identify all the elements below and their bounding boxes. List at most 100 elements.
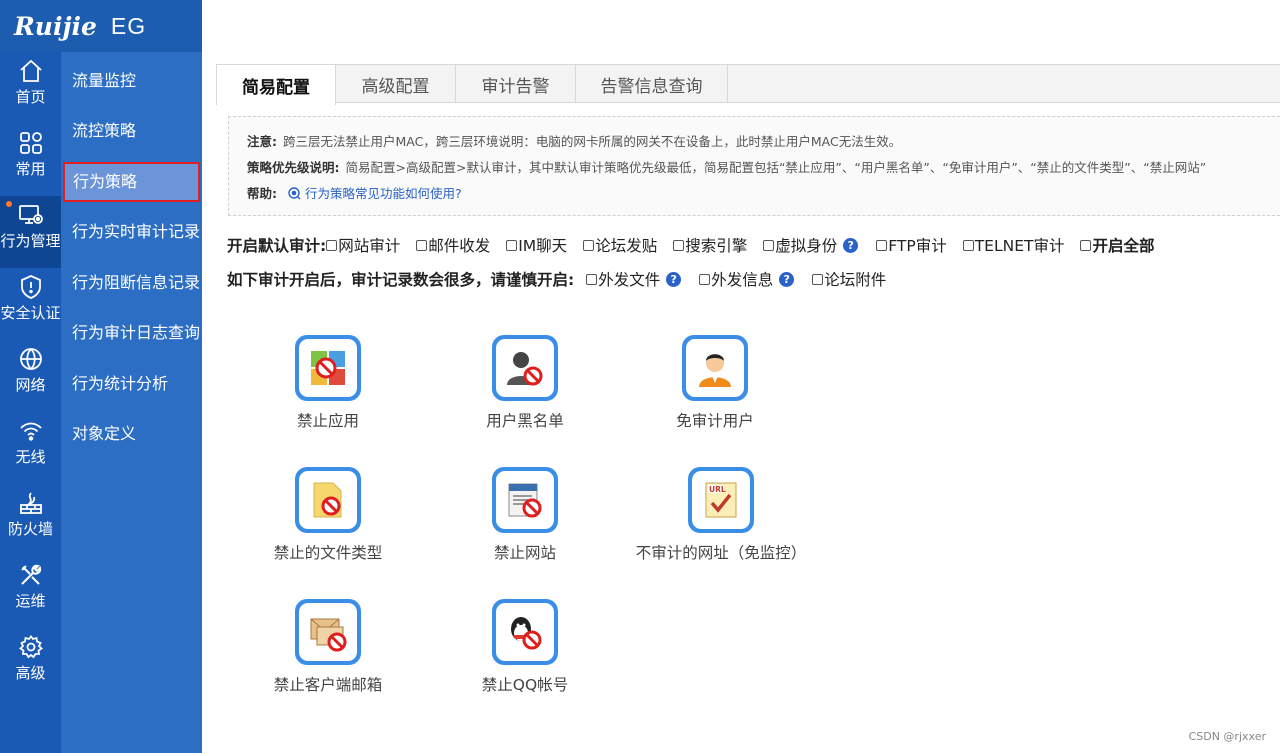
tile-user-blacklist[interactable]: 用户黑名单 <box>430 335 620 431</box>
brand-logo: Ruijie <box>14 11 97 41</box>
question-icon[interactable]: ? <box>843 237 859 253</box>
tile-block-qq[interactable]: 禁止QQ帐号 <box>430 599 620 695</box>
tab-bar: 简易配置 高级配置 审计告警 告警信息查询 <box>216 64 1280 105</box>
checkbox-box[interactable] <box>812 273 824 285</box>
tile-label: 用户黑名单 <box>486 412 564 430</box>
subnav-item-traffic-monitor[interactable]: 流量监控 <box>61 61 202 101</box>
url-exempt-icon: URL <box>705 482 737 518</box>
checkbox-forum-audit[interactable]: 论坛发贴 <box>583 234 657 256</box>
rail-item-network[interactable]: 网络 <box>0 340 61 412</box>
checkbox-box[interactable] <box>699 273 711 285</box>
rail-label: 高级 <box>15 664 46 682</box>
checkbox-label: 论坛附件 <box>824 271 887 289</box>
rail-item-home[interactable]: 首页 <box>0 52 61 124</box>
subnav-item-realtime-audit[interactable]: 行为实时审计记录 <box>61 212 202 252</box>
checkbox-search-audit[interactable]: 搜索引擎 <box>673 234 747 256</box>
tile-icon-frame <box>492 335 558 401</box>
checkbox-outgoing-message[interactable]: 外发信息 <box>699 268 773 290</box>
firewall-icon <box>19 492 42 514</box>
tile-url-exempt[interactable]: URL 不审计的网址（免监控） <box>626 467 816 563</box>
tile-label: 免审计用户 <box>676 412 754 430</box>
checkbox-label: 外发信息 <box>711 271 774 289</box>
checkbox-box[interactable] <box>962 239 974 251</box>
grid-icon <box>19 132 42 154</box>
checkbox-box[interactable] <box>326 239 338 251</box>
tile-icon-frame <box>682 335 748 401</box>
checkbox-box[interactable] <box>763 239 775 251</box>
checkbox-box[interactable] <box>1080 239 1092 251</box>
block-mail-client-icon <box>310 618 347 652</box>
default-audit-label: 开启默认审计: <box>227 237 327 255</box>
help-link[interactable]: 行为策略常见功能如何使用? <box>287 186 462 201</box>
subnav-item-statistics[interactable]: 行为统计分析 <box>61 364 202 404</box>
tile-label: 禁止应用 <box>296 412 359 430</box>
tools-icon <box>20 564 41 585</box>
rail-label: 行为管理 <box>0 232 61 250</box>
checkbox-ftp-audit[interactable]: FTP审计 <box>876 234 947 256</box>
checkbox-label: 邮件收发 <box>428 237 491 255</box>
top-header <box>202 0 1280 52</box>
tile-icon-frame <box>295 467 361 533</box>
tile-label: 禁止网站 <box>493 544 556 562</box>
rail-item-firewall[interactable]: 防火墙 <box>0 484 61 556</box>
tile-icon-frame <box>492 599 558 665</box>
tile-icon-frame <box>295 599 361 665</box>
rail-label: 防火墙 <box>7 520 53 538</box>
notice-key: 帮助: <box>247 186 277 201</box>
checkbox-label: 网站审计 <box>338 237 401 255</box>
tab-simple-config[interactable]: 简易配置 <box>216 65 336 105</box>
subnav-item-flow-policy[interactable]: 流控策略 <box>61 111 202 151</box>
sub-navigation: 流量监控 流控策略 行为策略 行为实时审计记录 行为阻断信息记录 行为审计日志查… <box>61 52 202 753</box>
tab-alert-query[interactable]: 告警信息查询 <box>576 65 728 103</box>
checkbox-enable-all[interactable]: 开启全部 <box>1080 234 1154 256</box>
tile-icon-frame <box>492 467 558 533</box>
subnav-item-block-records[interactable]: 行为阻断信息记录 <box>61 263 202 303</box>
checkbox-label: FTP审计 <box>888 237 947 255</box>
rail-item-behavior[interactable]: 行为管理 <box>0 196 61 268</box>
checkbox-outgoing-file[interactable]: 外发文件 <box>586 268 660 290</box>
rail-item-wireless[interactable]: 无线 <box>0 412 61 484</box>
checkbox-box[interactable] <box>586 273 598 285</box>
checkbox-forum-attachment[interactable]: 论坛附件 <box>812 268 886 290</box>
active-dot <box>6 201 12 207</box>
block-qq-icon <box>511 617 542 650</box>
checkbox-label: IM聊天 <box>518 237 568 255</box>
subnav-item-audit-log-query[interactable]: 行为审计日志查询 <box>61 313 202 353</box>
tile-block-filetype[interactable]: 禁止的文件类型 <box>233 467 423 563</box>
checkbox-label: 搜索引擎 <box>685 237 748 255</box>
tile-audit-exempt-user[interactable]: 免审计用户 <box>620 335 810 431</box>
checkbox-virtual-identity[interactable]: 虚拟身份 <box>763 234 837 256</box>
question-icon[interactable]: ? <box>666 271 682 287</box>
rail-item-common[interactable]: 常用 <box>0 124 61 196</box>
checkbox-box[interactable] <box>583 239 595 251</box>
rail-label: 安全认证 <box>0 304 61 322</box>
home-icon <box>19 59 42 82</box>
subnav-item-behavior-policy[interactable]: 行为策略 <box>63 162 200 202</box>
rail-item-security[interactable]: 安全认证 <box>0 268 61 340</box>
tile-block-app[interactable]: 禁止应用 <box>233 335 423 431</box>
tile-block-website[interactable]: 禁止网站 <box>430 467 620 563</box>
notice-note-row: 注意: 跨三层无法禁止用户MAC，跨三层环境说明：电脑的网卡所属的网关不在设备上，… <box>247 131 1280 157</box>
rail-item-ops[interactable]: 运维 <box>0 556 61 628</box>
checkbox-box[interactable] <box>673 239 685 251</box>
tab-audit-alert[interactable]: 审计告警 <box>456 65 576 103</box>
checkbox-mail-audit[interactable]: 邮件收发 <box>416 234 490 256</box>
checkbox-label: 论坛发贴 <box>595 237 658 255</box>
checkbox-web-audit[interactable]: 网站审计 <box>326 234 400 256</box>
checkbox-box[interactable] <box>876 239 888 251</box>
question-icon[interactable]: ? <box>779 271 795 287</box>
tile-label: 禁止客户端邮箱 <box>273 676 383 694</box>
checkbox-telnet-audit[interactable]: TELNET审计 <box>962 234 1064 256</box>
checkbox-box[interactable] <box>506 239 518 251</box>
wifi-icon <box>19 422 42 441</box>
notice-priority-row: 策略优先级说明: 简易配置>高级配置>默认审计，其中默认审计策略优先级最低，简易配… <box>247 157 1280 183</box>
rail-item-advanced[interactable]: 高级 <box>0 628 61 700</box>
checkbox-box[interactable] <box>416 239 428 251</box>
subnav-item-object-definition[interactable]: 对象定义 <box>61 414 202 454</box>
tile-block-mail-client[interactable]: 禁止客户端邮箱 <box>233 599 423 695</box>
tab-advanced-config[interactable]: 高级配置 <box>336 65 456 103</box>
checkbox-im-audit[interactable]: IM聊天 <box>506 234 567 256</box>
shield-icon <box>20 275 41 299</box>
svg-text:URL: URL <box>709 485 726 494</box>
heavy-audit-label: 如下审计开启后，审计记录数会很多，请谨慎开启: <box>227 271 575 289</box>
